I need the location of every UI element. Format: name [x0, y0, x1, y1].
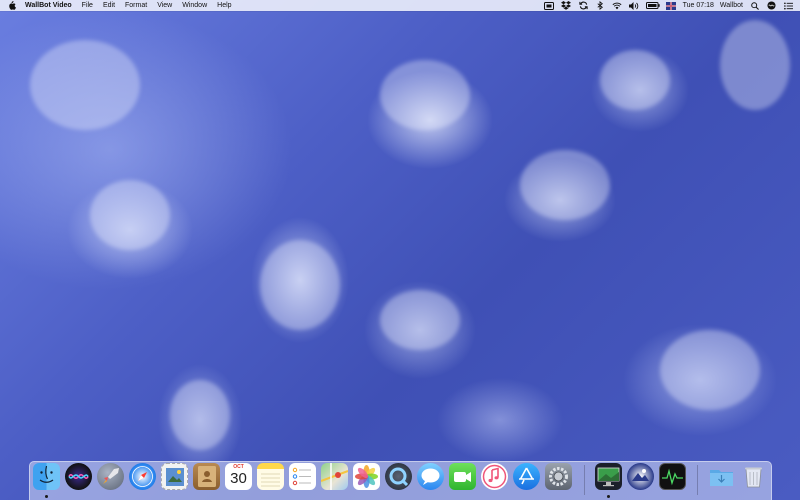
wallbot-player-icon[interactable] — [627, 463, 654, 490]
activity-monitor-icon[interactable] — [659, 463, 686, 490]
finder-icon[interactable] — [33, 463, 60, 490]
mail-icon[interactable] — [161, 463, 188, 490]
launchpad-icon[interactable] — [97, 463, 124, 490]
siri-icon[interactable] — [766, 1, 777, 10]
photos-icon[interactable] — [353, 463, 380, 490]
downloads-folder-icon[interactable] — [708, 463, 735, 490]
safari-icon[interactable] — [129, 463, 156, 490]
maps-icon[interactable] — [321, 463, 348, 490]
finder-running-indicator — [45, 495, 48, 498]
siri-icon[interactable] — [65, 463, 92, 490]
menu-format[interactable]: Format — [125, 0, 147, 11]
menu-bar: WallBot Video File Edit Format View Wind… — [0, 0, 800, 11]
calendar-day: 30 — [230, 470, 247, 487]
facetime-icon[interactable] — [449, 463, 476, 490]
dock-separator-2 — [697, 465, 698, 495]
battery-icon[interactable] — [645, 1, 660, 10]
screen-record-icon[interactable] — [544, 1, 555, 10]
flag-icon[interactable] — [666, 1, 677, 10]
wallbot-video-running-indicator — [607, 495, 610, 498]
apple-menu-icon[interactable] — [8, 1, 16, 10]
desktop-wallpaper — [0, 0, 800, 500]
calendar-icon[interactable]: OCT 30 — [225, 463, 252, 490]
spotlight-icon[interactable] — [749, 1, 760, 10]
clock[interactable]: Tue 07:18 — [683, 0, 714, 11]
wifi-icon[interactable] — [612, 1, 623, 10]
menu-edit[interactable]: Edit — [103, 0, 115, 11]
wallbot-video-icon[interactable] — [595, 463, 622, 490]
reminders-icon[interactable] — [289, 463, 316, 490]
notes-icon[interactable] — [257, 463, 284, 490]
menu-window[interactable]: Window — [182, 0, 207, 11]
quicktime-icon[interactable] — [385, 463, 412, 490]
user-name[interactable]: Wallbot — [720, 0, 743, 11]
volume-icon[interactable] — [629, 1, 640, 10]
dock-separator — [584, 465, 585, 495]
contacts-icon[interactable] — [193, 463, 220, 490]
dropbox-icon[interactable] — [561, 1, 572, 10]
messages-icon[interactable] — [417, 463, 444, 490]
menu-view[interactable]: View — [157, 0, 172, 11]
sync-icon[interactable] — [578, 1, 589, 10]
music-icon[interactable] — [481, 463, 508, 490]
app-store-icon[interactable] — [513, 463, 540, 490]
trash-icon[interactable] — [740, 463, 767, 490]
notification-center-icon[interactable] — [783, 1, 794, 10]
bluetooth-icon[interactable] — [595, 1, 606, 10]
system-preferences-icon[interactable] — [545, 463, 572, 490]
menu-help[interactable]: Help — [217, 0, 231, 11]
menu-app-name[interactable]: WallBot Video — [25, 0, 72, 11]
menu-file[interactable]: File — [82, 0, 93, 11]
